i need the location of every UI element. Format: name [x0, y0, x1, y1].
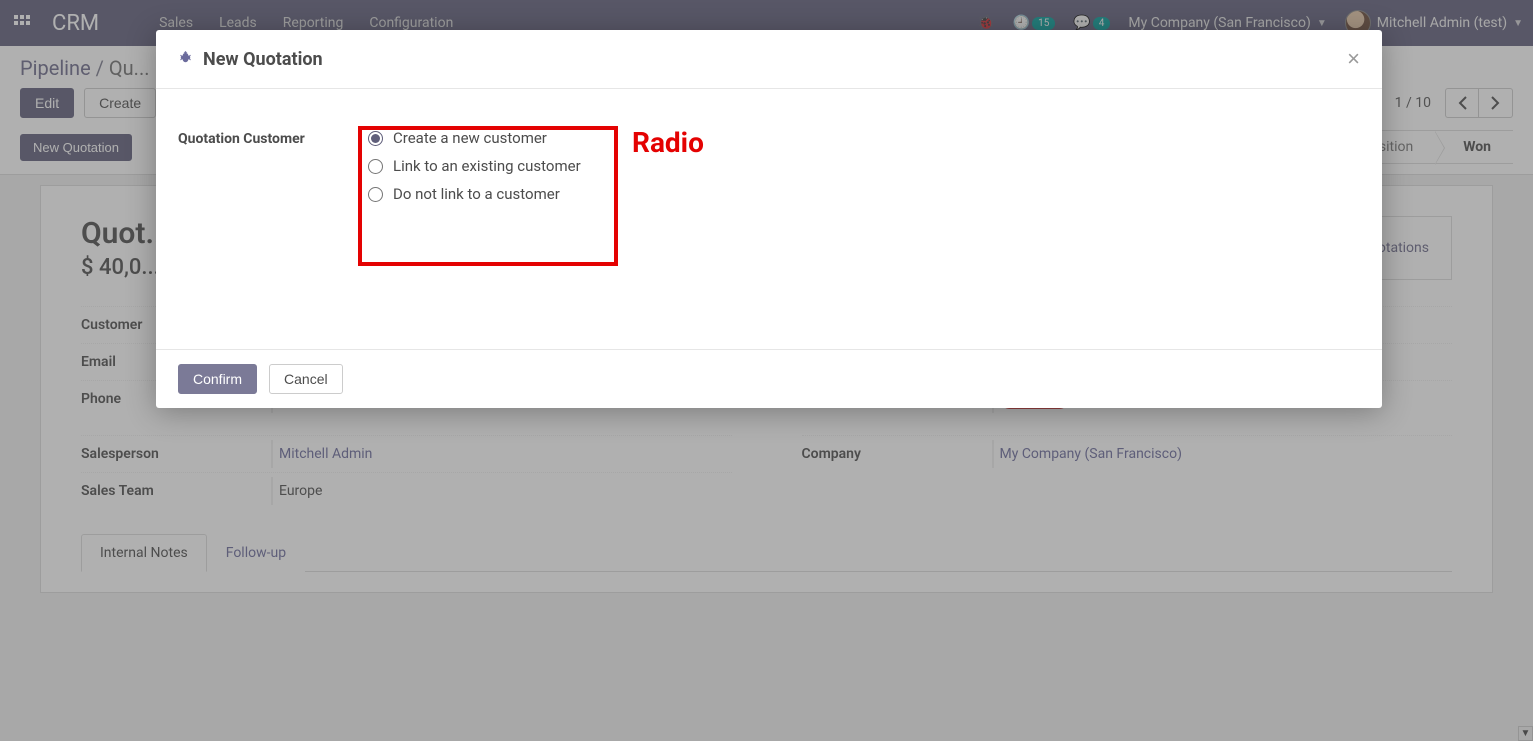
label-quotation-customer: Quotation Customer: [178, 129, 364, 147]
radio-link-existing-customer[interactable]: Link to an existing customer: [368, 157, 581, 175]
close-button[interactable]: ×: [1347, 46, 1360, 72]
radio-do-not-link[interactable]: Do not link to a customer: [368, 185, 581, 203]
bug-icon[interactable]: [178, 49, 193, 70]
modal-title: New Quotation: [203, 49, 323, 70]
confirm-button[interactable]: Confirm: [178, 364, 257, 394]
new-quotation-modal: New Quotation × Quotation Customer Creat…: [156, 30, 1382, 408]
cancel-button[interactable]: Cancel: [269, 364, 343, 394]
radio-create-new-customer[interactable]: Create a new customer: [368, 129, 581, 147]
radio-quotation-customer: Create a new customer Link to an existin…: [364, 129, 585, 203]
